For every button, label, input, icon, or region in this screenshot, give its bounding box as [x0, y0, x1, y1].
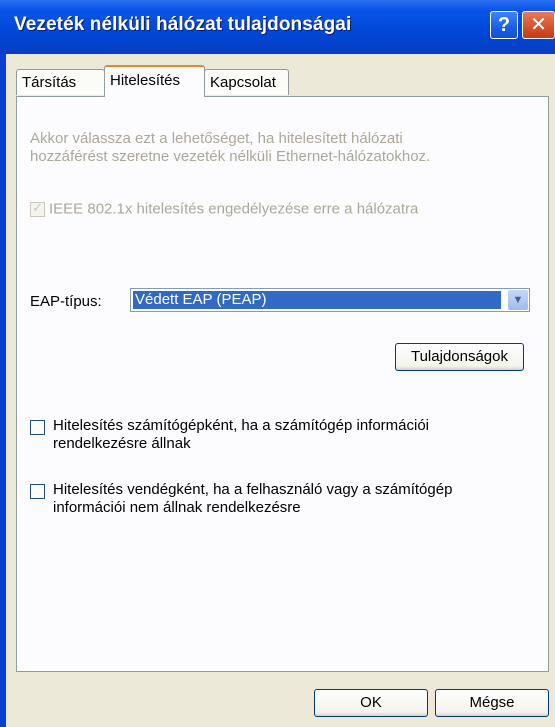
- guest-auth-label-line1: Hitelesítés vendégként, ha a felhasználó…: [53, 481, 453, 498]
- eap-type-select[interactable]: Védett EAP (PEAP) ▼: [130, 288, 530, 312]
- machine-auth-label-line1: Hitelesítés számítógépként, ha a számító…: [53, 417, 430, 434]
- tab-association[interactable]: Társítás: [16, 69, 105, 95]
- help-button[interactable]: ?: [490, 11, 518, 39]
- properties-button[interactable]: Tulajdonságok: [395, 343, 524, 371]
- ok-button[interactable]: OK: [314, 689, 428, 717]
- eap-type-value: Védett EAP (PEAP): [133, 291, 501, 309]
- auth-description-line1: Akkor válassza ezt a lehetőséget, ha hit…: [30, 130, 403, 147]
- tab-authentication[interactable]: Hitelesítés: [104, 65, 205, 97]
- machine-auth-label-line2: rendelkezésre állnak: [53, 435, 191, 452]
- title-bar[interactable]: Vezeték nélküli hálózat tulajdonságai ? …: [0, 0, 555, 54]
- guest-auth-label-line2: információi nem állnak rendelkezésre: [53, 499, 301, 516]
- cancel-button[interactable]: Mégse: [435, 689, 549, 717]
- dialog-window: Vezeték nélküli hálózat tulajdonságai ? …: [0, 0, 555, 727]
- machine-auth-row: Hitelesítés számítógépként, ha a számító…: [30, 417, 520, 457]
- auth-description-line2: hozzáférést szeretne vezeték nélküli Eth…: [30, 148, 431, 165]
- guest-auth-row: Hitelesítés vendégként, ha a felhasználó…: [30, 481, 520, 521]
- chevron-down-icon[interactable]: ▼: [508, 290, 528, 310]
- tab-association-label: Társítás: [22, 74, 77, 91]
- auth-description: Akkor válassza ezt a lehetőséget, ha hit…: [30, 130, 530, 166]
- ieee-8021x-checkbox[interactable]: [30, 200, 45, 217]
- ieee-8021x-label: IEEE 802.1x hitelesítés engedélyezése er…: [49, 200, 419, 218]
- eap-type-label: EAP-típus:: [30, 293, 102, 310]
- tab-authentication-label: Hitelesítés: [110, 72, 181, 89]
- machine-auth-label: Hitelesítés számítógépként, ha a számító…: [53, 417, 523, 453]
- close-button[interactable]: ✕: [522, 11, 555, 39]
- guest-auth-label: Hitelesítés vendégként, ha a felhasználó…: [53, 481, 523, 517]
- tab-connection-label: Kapcsolat: [210, 74, 276, 91]
- machine-auth-checkbox[interactable]: [30, 420, 45, 435]
- dialog-client-area: Társítás Hitelesítés Kapcsolat Akkor vál…: [6, 54, 555, 727]
- window-title: Vezeték nélküli hálózat tulajdonságai: [14, 14, 352, 35]
- tab-connection[interactable]: Kapcsolat: [204, 69, 289, 95]
- help-icon: ?: [497, 14, 511, 36]
- authentication-panel: Akkor válassza ezt a lehetőséget, ha hit…: [16, 96, 549, 672]
- ieee-8021x-row: IEEE 802.1x hitelesítés engedélyezése er…: [30, 200, 418, 218]
- guest-auth-checkbox[interactable]: [30, 484, 45, 499]
- close-icon: ✕: [530, 14, 547, 36]
